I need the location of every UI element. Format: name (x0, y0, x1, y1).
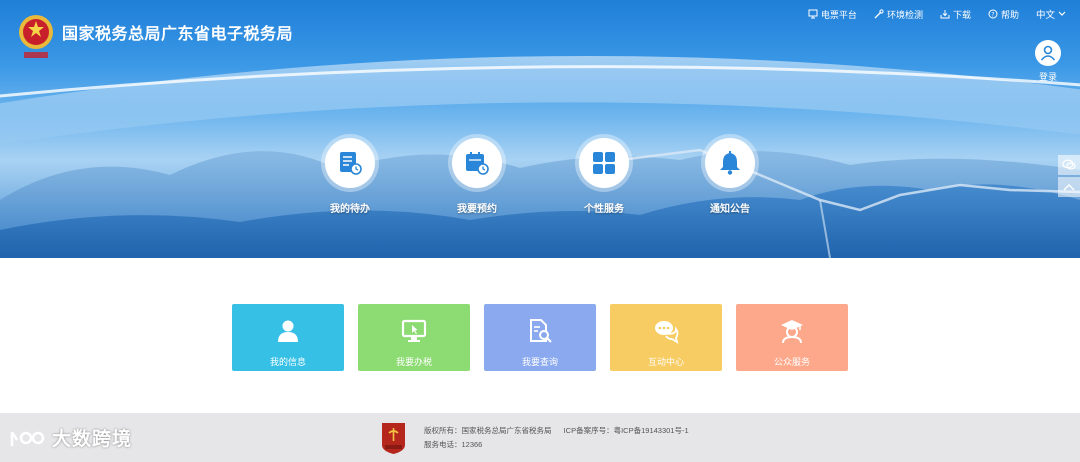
quick-action-personal-service[interactable]: 个性服务 (564, 134, 644, 215)
copyright-text: 版权所有：国家税务总局广东省税务局 (424, 426, 552, 435)
quick-action-label: 我要预约 (457, 204, 497, 215)
online-service-button[interactable] (1058, 155, 1080, 175)
language-select[interactable]: 中文 (1036, 7, 1066, 21)
user-avatar-icon (1040, 45, 1056, 61)
doc-search-icon (530, 319, 552, 343)
watermark-logo-icon (10, 430, 45, 446)
calendar-clock-icon (466, 152, 489, 175)
back-to-top-button[interactable] (1058, 177, 1080, 197)
grid-icon (593, 152, 615, 174)
quick-action-my-todo[interactable]: 我的待办 (310, 134, 390, 215)
quick-action-label: 通知公告 (710, 204, 750, 215)
tile-public-service[interactable]: 公众服务 (736, 304, 848, 371)
nav-e-invoice-platform[interactable]: 电票平台 (808, 8, 857, 21)
help-icon: ? (988, 9, 998, 19)
monitor-icon (808, 9, 818, 19)
footer: 版权所有：国家税务总局广东省税务局 ICP备案序号：粤ICP备19143301号… (0, 413, 1080, 462)
chat-bubble-icon (1062, 159, 1076, 170)
graduate-icon (781, 320, 803, 344)
quick-action-label: 个性服务 (584, 204, 624, 215)
nav-label: 电票平台 (820, 9, 857, 20)
tile-label: 我要办税 (395, 357, 432, 367)
monitor-cursor-icon (401, 319, 427, 342)
service-phone: 服务电话：12366 (424, 440, 483, 449)
watermark: 大数跨境 (8, 424, 132, 451)
nav-download[interactable]: 下载 (940, 8, 971, 21)
login-label: 登录 (1038, 72, 1057, 82)
quick-action-appointment[interactable]: 我要预约 (437, 134, 517, 215)
side-toolbar (1058, 155, 1080, 199)
user-icon (278, 320, 298, 342)
tools-icon (874, 9, 884, 19)
tile-do-tax[interactable]: 我要办税 (358, 304, 470, 371)
download-icon (940, 10, 950, 19)
tile-label: 互动中心 (647, 357, 684, 367)
nav-label: 帮助 (1000, 9, 1019, 20)
tile-my-info[interactable]: 我的信息 (232, 304, 344, 371)
chevron-down-icon (1058, 11, 1066, 16)
party-gov-badge-icon[interactable] (380, 421, 407, 455)
tax-emblem-icon (19, 15, 53, 58)
tile-label: 我要查询 (521, 357, 558, 367)
avatar (1035, 40, 1061, 66)
watermark-text: 大数跨境 (52, 429, 133, 450)
icp-text[interactable]: ICP备案序号：粤ICP备19143301号-1 (564, 426, 689, 435)
brand[interactable]: 国家税务总局广东省电子税务局 (16, 12, 293, 64)
tile-label: 我的信息 (269, 357, 306, 367)
login-button[interactable]: 登录 (1033, 40, 1063, 83)
nav-label: 下载 (952, 9, 971, 20)
language-label: 中文 (1035, 10, 1055, 21)
chat-icon (655, 321, 679, 344)
hero-banner: 国家税务总局广东省电子税务局 电票平台 环境检测 下载 ? 帮助 中文 登录 我… (0, 0, 1080, 258)
nav-help[interactable]: ? 帮助 (988, 8, 1019, 21)
tile-label: 公众服务 (773, 357, 810, 367)
tile-interaction-center[interactable]: 互动中心 (610, 304, 722, 371)
quick-action-notices[interactable]: 通知公告 (690, 134, 770, 215)
nav-env-check[interactable]: 环境检测 (874, 8, 923, 21)
tile-query[interactable]: 我要查询 (484, 304, 596, 371)
footer-info: 版权所有：国家税务总局广东省税务局 ICP备案序号：粤ICP备19143301号… (424, 424, 689, 452)
todo-list-icon (340, 152, 362, 175)
chevron-up-icon (1063, 184, 1075, 191)
svg-text:?: ? (991, 12, 994, 19)
site-title: 国家税务总局广东省电子税务局 (62, 26, 294, 43)
nav-label: 环境检测 (886, 9, 923, 20)
top-nav: 电票平台 环境检测 下载 ? 帮助 中文 (791, 7, 1066, 21)
bell-icon (720, 151, 740, 175)
quick-action-label: 我的待办 (330, 204, 370, 215)
